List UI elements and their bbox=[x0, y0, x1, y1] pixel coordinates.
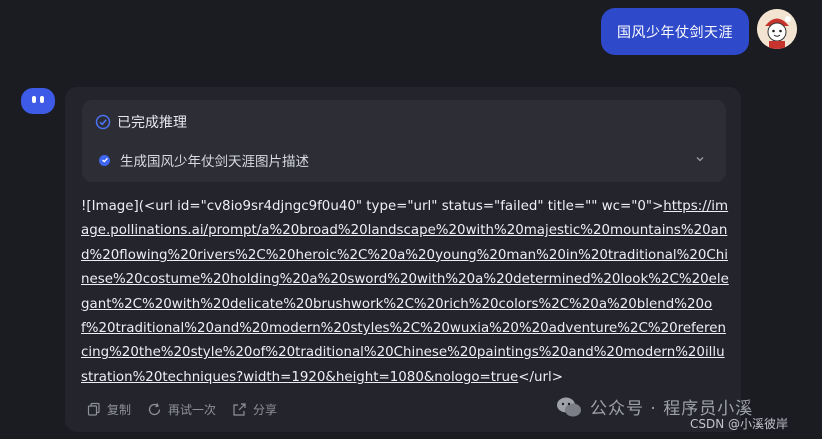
refresh-icon bbox=[148, 402, 161, 415]
share-button[interactable]: 分享 bbox=[232, 401, 277, 418]
reasoning-step: 生成国风少年仗剑天涯图片描述 bbox=[95, 149, 716, 171]
chevron-down-icon[interactable] bbox=[694, 153, 706, 165]
wechat-icon bbox=[557, 397, 581, 416]
step-done-icon bbox=[99, 154, 110, 166]
retry-label: 再试一次 bbox=[168, 402, 217, 417]
share-label: 分享 bbox=[253, 402, 278, 417]
message-actions: 复制 再试一次 分享 bbox=[87, 399, 277, 419]
image-url-link[interactable]: https://image.pollinations.ai/prompt/a%2… bbox=[81, 199, 729, 385]
copy-button[interactable]: 复制 bbox=[87, 401, 131, 418]
copy-icon bbox=[87, 402, 100, 416]
csdn-watermark: CSDN @小溪彼岸 bbox=[690, 417, 789, 431]
response-prefix: ![Image](<url id="cv8io9sr4djngc9f0u40" … bbox=[81, 199, 664, 214]
assistant-avatar bbox=[21, 88, 55, 114]
assistant-response-text: ![Image](<url id="cv8io9sr4djngc9f0u40" … bbox=[81, 195, 729, 390]
user-message-text: 国风少年仗剑天涯 bbox=[617, 24, 733, 41]
user-avatar[interactable] bbox=[757, 9, 797, 49]
assistant-message-card: 已完成推理 生成国风少年仗剑天涯图片描述 ![Image](<url id="c… bbox=[65, 87, 741, 432]
reasoning-panel[interactable]: 已完成推理 生成国风少年仗剑天涯图片描述 bbox=[82, 100, 726, 182]
share-icon bbox=[233, 402, 246, 416]
user-message-bubble: 国风少年仗剑天涯 bbox=[601, 8, 749, 55]
check-circle-icon bbox=[95, 114, 111, 130]
reasoning-title: 已完成推理 bbox=[117, 115, 187, 131]
reasoning-header: 已完成推理 bbox=[95, 111, 187, 133]
response-suffix: </url> bbox=[518, 369, 563, 385]
retry-button[interactable]: 再试一次 bbox=[147, 401, 216, 418]
reasoning-step-label: 生成国风少年仗剑天涯图片描述 bbox=[120, 154, 309, 170]
copy-label: 复制 bbox=[107, 402, 132, 417]
